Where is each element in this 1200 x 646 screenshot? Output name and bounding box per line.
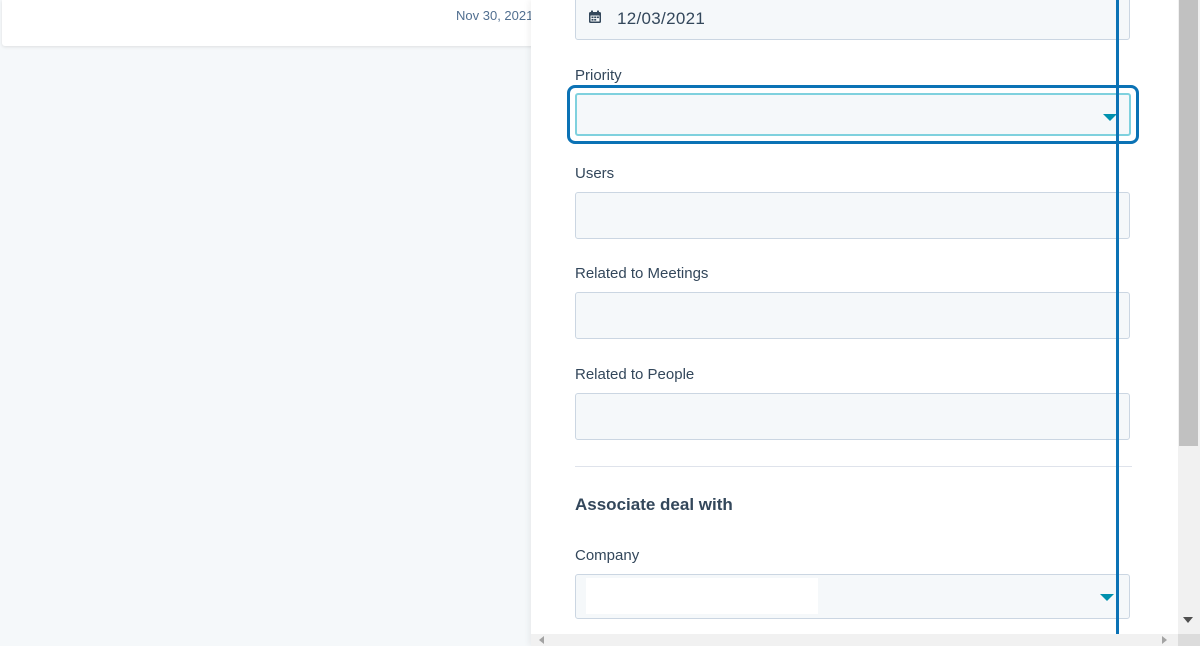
related-meetings-label: Related to Meetings (575, 265, 709, 282)
deal-side-panel: 12/03/2021 Priority Users Related to Mee… (531, 0, 1178, 646)
calendar-icon (589, 10, 601, 23)
company-value-redacted (586, 578, 818, 614)
related-people-label: Related to People (575, 366, 695, 383)
due-date-value: 12/03/2021 (617, 9, 706, 28)
company-label: Company (575, 547, 640, 564)
annotation-guide-line (1116, 0, 1119, 646)
priority-focus-ring (567, 85, 1139, 144)
related-people-input[interactable] (575, 393, 1130, 440)
scroll-left-arrow-icon[interactable] (539, 636, 544, 644)
page: Nov 30, 2021 12/03/2021 Priority Users R… (0, 0, 1200, 646)
related-meetings-input[interactable] (575, 292, 1130, 339)
scroll-right-arrow-icon[interactable] (1162, 636, 1167, 644)
priority-label: Priority (575, 67, 622, 84)
scroll-down-arrow-icon[interactable] (1183, 617, 1193, 623)
company-select[interactable] (575, 574, 1130, 619)
due-date-input[interactable]: 12/03/2021 (575, 0, 1130, 40)
background-record-card: Nov 30, 2021 (2, 0, 542, 46)
priority-select[interactable] (575, 93, 1131, 136)
horizontal-scrollbar[interactable] (531, 634, 1178, 646)
scrollbar-corner (1178, 634, 1200, 646)
background-date: Nov 30, 2021 (456, 8, 534, 23)
vertical-scrollbar-thumb[interactable] (1179, 0, 1198, 446)
background-area (0, 48, 531, 646)
chevron-down-icon[interactable] (1100, 594, 1114, 601)
associate-section-title: Associate deal with (575, 495, 733, 514)
section-divider (575, 466, 1132, 467)
chevron-down-icon[interactable] (1103, 114, 1117, 121)
users-input[interactable] (575, 192, 1130, 239)
users-label: Users (575, 165, 615, 182)
